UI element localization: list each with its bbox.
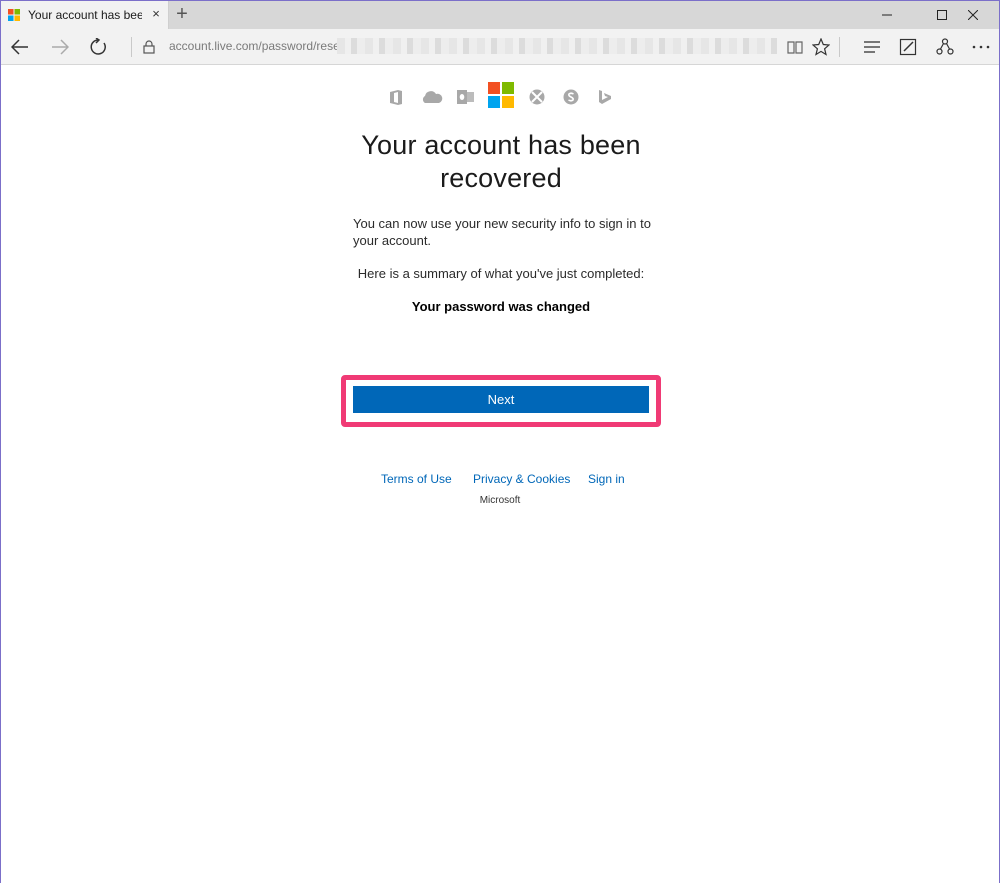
address-bar[interactable]: account.live.com/password/reset? bbox=[169, 39, 350, 53]
summary-item: Your password was changed bbox=[411, 299, 591, 314]
close-icon bbox=[968, 10, 978, 20]
tab-strip: Your account has been r × + bbox=[1, 1, 999, 29]
favorite-button[interactable] bbox=[809, 35, 833, 59]
minimize-icon bbox=[882, 14, 892, 16]
next-button[interactable]: Next bbox=[353, 386, 649, 413]
close-window-button[interactable] bbox=[955, 1, 991, 29]
navigation-bar: account.live.com/password/reset? bbox=[1, 29, 999, 65]
recovery-message: You can now use your new security info t… bbox=[353, 216, 651, 248]
tab-close-icon[interactable]: × bbox=[149, 5, 163, 23]
privacy-cookies-link[interactable]: Privacy & Cookies bbox=[473, 472, 570, 486]
footer-brand: Microsoft bbox=[479, 495, 521, 506]
xbox-icon bbox=[529, 88, 545, 106]
divider bbox=[839, 37, 840, 57]
star-icon bbox=[812, 38, 830, 56]
microsoft-favicon-icon bbox=[8, 9, 20, 21]
share-icon bbox=[936, 38, 954, 55]
bing-icon bbox=[598, 88, 612, 106]
maximize-icon bbox=[937, 10, 947, 20]
new-tab-button[interactable]: + bbox=[173, 3, 191, 25]
hub-button[interactable] bbox=[860, 35, 884, 59]
terms-of-use-link[interactable]: Terms of Use bbox=[381, 472, 452, 486]
outlook-icon bbox=[457, 88, 475, 106]
lock-icon[interactable] bbox=[137, 35, 161, 59]
microsoft-logo bbox=[488, 82, 514, 108]
tab-title: Your account has been r bbox=[28, 8, 142, 22]
arrow-right-icon bbox=[52, 39, 69, 55]
refresh-button[interactable] bbox=[87, 35, 111, 59]
minimize-button[interactable] bbox=[869, 1, 905, 29]
divider bbox=[131, 37, 132, 57]
office-icon bbox=[389, 88, 403, 106]
sign-in-link[interactable]: Sign in bbox=[588, 472, 625, 486]
more-icon bbox=[972, 45, 990, 49]
web-note-icon bbox=[899, 38, 917, 56]
summary-intro: Here is a summary of what you've just co… bbox=[357, 266, 645, 281]
arrow-left-icon bbox=[11, 39, 28, 55]
onedrive-icon bbox=[421, 88, 443, 106]
browser-window: Your account has been r × + account.live… bbox=[0, 0, 1000, 883]
more-button[interactable] bbox=[969, 35, 993, 59]
forward-button[interactable] bbox=[48, 35, 72, 59]
skype-icon bbox=[563, 88, 579, 106]
book-icon bbox=[787, 41, 803, 54]
share-button[interactable] bbox=[933, 35, 957, 59]
reading-view-button[interactable] bbox=[783, 35, 807, 59]
service-icons-row bbox=[1, 82, 999, 110]
browser-tab[interactable]: Your account has been r × bbox=[1, 1, 169, 29]
redacted-url-segment bbox=[337, 38, 777, 54]
back-button[interactable] bbox=[8, 35, 32, 59]
page-content: Your account has been recovered You can … bbox=[1, 65, 999, 883]
web-note-button[interactable] bbox=[896, 35, 920, 59]
refresh-icon bbox=[90, 38, 106, 55]
page-title: Your account has been recovered bbox=[361, 130, 641, 193]
hub-icon bbox=[864, 41, 880, 53]
